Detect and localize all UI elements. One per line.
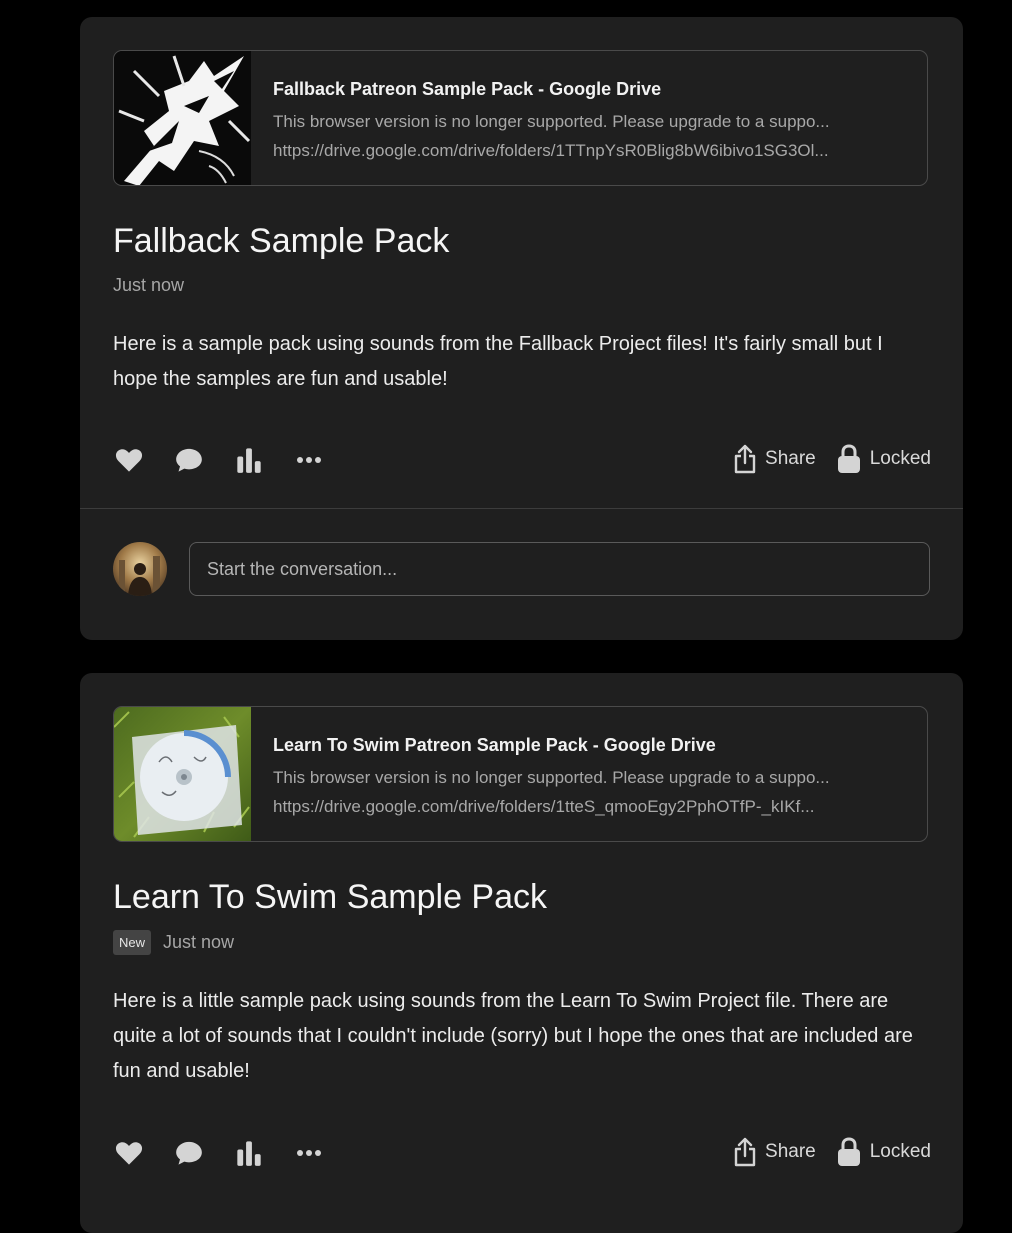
avatar[interactable] (113, 542, 167, 596)
share-label: Share (765, 1141, 816, 1162)
lock-icon (837, 1137, 860, 1166)
share-icon (734, 1137, 756, 1167)
link-preview[interactable]: Fallback Patreon Sample Pack - Google Dr… (113, 50, 928, 186)
link-preview-url[interactable]: https://drive.google.com/drive/folders/1… (273, 141, 913, 161)
divider (80, 508, 963, 509)
locked-button[interactable]: Locked (836, 443, 931, 475)
preview-thumbnail (114, 51, 251, 185)
post-meta: New Just now (113, 930, 234, 955)
lock-icon (837, 444, 860, 473)
post-actions-right: Share Locked (733, 441, 931, 477)
post-actions: Share Locked (113, 441, 931, 477)
post-timestamp[interactable]: Just now (113, 275, 184, 296)
link-preview-description: This browser version is no longer suppor… (273, 112, 830, 131)
link-preview-title: Learn To Swim Patreon Sample Pack - Goog… (273, 735, 716, 755)
link-preview-url[interactable]: https://drive.google.com/drive/folders/1… (273, 797, 913, 817)
post-card: Learn To Swim Patreon Sample Pack - Goog… (80, 673, 963, 1233)
heart-icon[interactable] (113, 1138, 145, 1168)
comment-input[interactable] (189, 542, 930, 596)
locked-label: Locked (869, 1141, 931, 1162)
comment-icon[interactable] (173, 1138, 205, 1168)
heart-icon[interactable] (113, 445, 145, 475)
share-button[interactable]: Share (733, 444, 816, 474)
new-badge: New (113, 930, 152, 955)
link-preview-description: This browser version is no longer suppor… (273, 768, 830, 787)
post-body: Here is a little sample pack using sound… (113, 990, 913, 1082)
post-meta: Just now (113, 275, 184, 296)
comment-icon[interactable] (173, 445, 205, 475)
stats-icon[interactable] (233, 1138, 265, 1168)
share-button[interactable]: Share (733, 1137, 816, 1167)
share-icon (734, 444, 756, 474)
locked-label: Locked (869, 448, 931, 469)
more-icon[interactable] (293, 445, 325, 475)
post-title[interactable]: Learn To Swim Sample Pack (113, 878, 547, 917)
link-preview-title: Fallback Patreon Sample Pack - Google Dr… (273, 79, 662, 99)
post-body: Here is a sample pack using sounds from … (113, 333, 883, 390)
share-label: Share (765, 448, 816, 469)
locked-button[interactable]: Locked (836, 1136, 931, 1168)
post-title[interactable]: Fallback Sample Pack (113, 222, 449, 261)
more-icon[interactable] (293, 1138, 325, 1168)
stats-icon[interactable] (233, 445, 265, 475)
post-actions: Share Locked (113, 1134, 931, 1170)
post-actions-right: Share Locked (733, 1134, 931, 1170)
post-card: Fallback Patreon Sample Pack - Google Dr… (80, 17, 963, 640)
link-preview[interactable]: Learn To Swim Patreon Sample Pack - Goog… (113, 706, 928, 842)
post-timestamp[interactable]: Just now (163, 932, 234, 953)
preview-thumbnail (114, 707, 251, 841)
